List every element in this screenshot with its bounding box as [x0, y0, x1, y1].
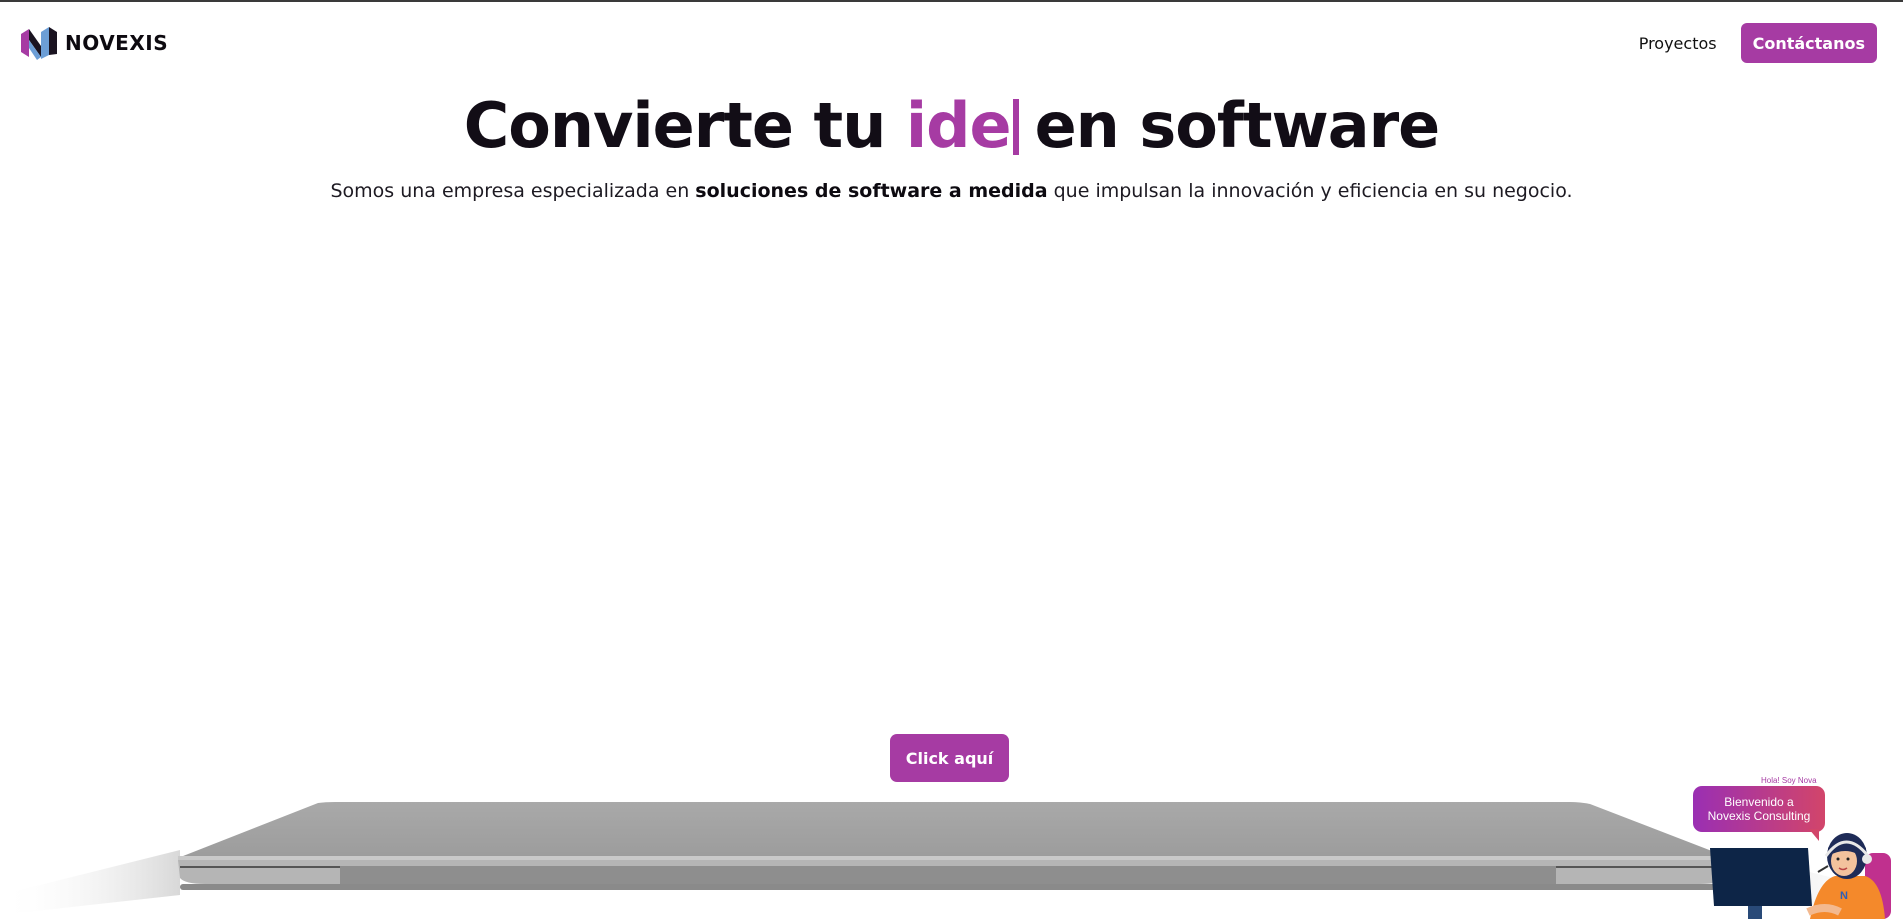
novexis-logo-icon — [21, 27, 57, 60]
hero-subtitle-highlight: soluciones de software a medida — [695, 180, 1048, 202]
hero-subtitle: Somos una empresa especializada en soluc… — [0, 180, 1903, 202]
hero-title-typed-word: ide — [905, 89, 1012, 162]
main-nav: Proyectos Contáctanos — [1639, 23, 1877, 63]
hero-title-start: Convierte tu — [463, 89, 906, 162]
svg-text:N: N — [1840, 890, 1848, 902]
nav-link-projects[interactable]: Proyectos — [1639, 34, 1717, 53]
contact-button[interactable]: Contáctanos — [1740, 23, 1877, 63]
laptop-illustration — [0, 802, 1903, 915]
chat-bubble-line-2: Novexis Consulting — [1707, 809, 1811, 823]
hero-subtitle-start: Somos una empresa especializada en — [330, 180, 696, 202]
brand-name: NOVEXIS — [65, 31, 169, 55]
chat-bubble-line-1: Bienvenido a — [1724, 795, 1794, 809]
site-header: NOVEXIS Proyectos Contáctanos — [0, 2, 1903, 82]
assistant-avatar-icon[interactable]: N — [1700, 826, 1903, 919]
hero-title: Convierte tu ide en software — [0, 86, 1903, 166]
hero-title-end: en software — [1034, 89, 1441, 162]
logo[interactable]: NOVEXIS — [21, 26, 168, 60]
typing-caret — [1012, 99, 1019, 155]
hero-subtitle-end: que impulsan la innovación y eficiencia … — [1047, 180, 1573, 202]
hero-cta-button[interactable]: Click aquí — [890, 734, 1009, 782]
chat-greeting: Hola! Soy Nova — [1761, 776, 1817, 785]
